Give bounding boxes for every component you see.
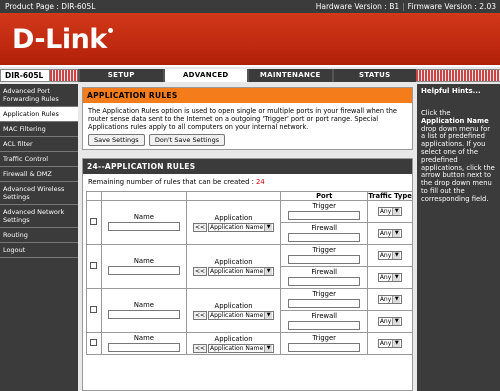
application-select[interactable]: Application Name ▼	[208, 310, 275, 320]
trigger-traffic-select[interactable]: Any ▼	[377, 339, 403, 348]
sidebar-item-application-rules[interactable]: Application Rules	[0, 107, 78, 122]
application-select[interactable]: Application Name ▼	[208, 266, 275, 276]
chevron-down-icon: ▼	[392, 340, 401, 347]
col-traffic-type: Traffic Type	[367, 191, 413, 201]
tab-advanced[interactable]: ADVANCED	[162, 69, 247, 82]
sidebar-item-firewall-dmz[interactable]: Firewall & DMZ	[0, 167, 78, 182]
copy-app-button[interactable]: <<	[192, 222, 207, 232]
table-row: Name Application << Application Name ▼ Trig…	[86, 244, 413, 289]
model-label: DIR-605L	[0, 69, 50, 82]
trigger-port-input[interactable]	[288, 254, 361, 264]
sidebar-item-logout[interactable]: Logout	[0, 243, 78, 258]
main-tabs: SETUP ADVANCED MAINTENANCE STATUS	[78, 69, 416, 82]
save-settings-button[interactable]: Save Settings	[88, 134, 145, 146]
enable-checkbox[interactable]	[90, 262, 98, 269]
copy-app-button[interactable]: <<	[192, 266, 207, 276]
hardware-version: Hardware Version : B1	[315, 2, 400, 11]
copy-app-button[interactable]: <<	[192, 343, 207, 353]
sidebar-item-traffic-control[interactable]: Traffic Control	[0, 152, 78, 167]
sidebar-item-acl-filter[interactable]: ACL filter	[0, 137, 78, 152]
decorative-stripes	[50, 69, 78, 82]
chevron-down-icon: ▼	[392, 230, 401, 237]
copy-app-button[interactable]: <<	[192, 310, 207, 320]
header-banner: D-Link	[0, 13, 500, 67]
application-select[interactable]: Application Name ▼	[208, 343, 275, 353]
table-row: Name Application << Application Name ▼ Trig…	[86, 200, 413, 245]
trigger-traffic-select[interactable]: Any ▼	[377, 207, 403, 216]
helpful-hints-panel: Helpful Hints... Click the Application N…	[417, 84, 500, 391]
chevron-down-icon: ▼	[392, 252, 401, 259]
chevron-down-icon: ▼	[392, 208, 401, 215]
decorative-stripes-right	[416, 69, 500, 82]
firewall-port-input[interactable]	[288, 276, 361, 286]
sidebar-item-advanced-network[interactable]: Advanced Network Settings	[0, 205, 78, 228]
trigger-port-input[interactable]	[288, 342, 361, 352]
chevron-down-icon: ▼	[264, 344, 273, 352]
logo-dot-icon	[107, 28, 113, 33]
rules-panel: 24--APPLICATION RULES Remaining number o…	[82, 158, 413, 391]
trigger-port-input[interactable]	[288, 298, 361, 308]
chevron-down-icon: ▼	[392, 318, 401, 325]
intro-title: APPLICATION RULES	[83, 88, 412, 103]
firmware-version: Firmware Version : 2.03	[407, 2, 496, 11]
tab-setup[interactable]: SETUP	[78, 69, 163, 82]
product-page-label: Product Page : DIR-605L	[5, 2, 96, 11]
hints-title: Helpful Hints...	[421, 87, 481, 95]
table-row: Name Application << Application Name ▼ Trig…	[86, 332, 413, 355]
rules-table: Port Traffic Type Name Application << Appl…	[86, 191, 413, 355]
trigger-port-input[interactable]	[288, 210, 361, 220]
remaining-rules: Remaining number of rules that can be cr…	[88, 178, 265, 186]
intro-panel: APPLICATION RULES The Application Rules …	[82, 87, 413, 150]
chevron-down-icon: ▼	[392, 274, 401, 281]
intro-text: The Application Rules option is used to …	[88, 107, 397, 131]
chevron-down-icon: ▼	[264, 267, 273, 275]
trigger-traffic-select[interactable]: Any ▼	[377, 295, 403, 304]
enable-checkbox[interactable]	[90, 339, 98, 346]
top-info-bar: Product Page : DIR-605L Hardware Version…	[0, 0, 500, 13]
name-input[interactable]	[107, 221, 180, 231]
name-input[interactable]	[107, 265, 180, 275]
firewall-port-input[interactable]	[288, 320, 361, 330]
firewall-traffic-select[interactable]: Any ▼	[377, 229, 403, 238]
rules-title: 24--APPLICATION RULES	[83, 159, 412, 174]
firewall-port-input[interactable]	[288, 232, 361, 242]
dlink-logo: D-Link	[12, 24, 113, 55]
trigger-traffic-select[interactable]: Any ▼	[377, 251, 403, 260]
chevron-down-icon: ▼	[264, 223, 273, 231]
hints-text: Click the Application Name drop down men…	[421, 109, 495, 203]
sidebar-item-mac-filtering[interactable]: MAC Filtering	[0, 122, 78, 137]
enable-checkbox[interactable]	[90, 218, 98, 225]
chevron-down-icon: ▼	[392, 296, 401, 303]
tab-status[interactable]: STATUS	[331, 69, 417, 82]
firewall-traffic-select[interactable]: Any ▼	[377, 317, 403, 326]
sidebar-item-advanced-wireless[interactable]: Advanced Wireless Settings	[0, 182, 78, 205]
main-content: APPLICATION RULES The Application Rules …	[80, 84, 415, 391]
remaining-count: 24	[256, 178, 265, 186]
sidebar-item-advanced-port-forwarding[interactable]: Advanced Port Forwarding Rules	[0, 84, 78, 107]
sidebar: Advanced Port Forwarding Rules Applicati…	[0, 84, 78, 391]
name-input[interactable]	[107, 342, 180, 352]
version-info: Hardware Version : B1 | Firmware Version :…	[315, 2, 496, 11]
name-input[interactable]	[107, 309, 180, 319]
firewall-traffic-select[interactable]: Any ▼	[377, 273, 403, 282]
table-row: Name Application << Application Name ▼ Trig…	[86, 288, 413, 333]
dont-save-settings-button[interactable]: Don't Save Settings	[148, 134, 226, 146]
table-header: Port Traffic Type	[86, 191, 413, 201]
enable-checkbox[interactable]	[90, 306, 98, 313]
sidebar-item-routing[interactable]: Routing	[0, 228, 78, 243]
chevron-down-icon: ▼	[264, 311, 273, 319]
tab-maintenance[interactable]: MAINTENANCE	[247, 69, 332, 82]
application-select[interactable]: Application Name ▼	[208, 222, 275, 232]
col-port: Port	[280, 191, 369, 201]
